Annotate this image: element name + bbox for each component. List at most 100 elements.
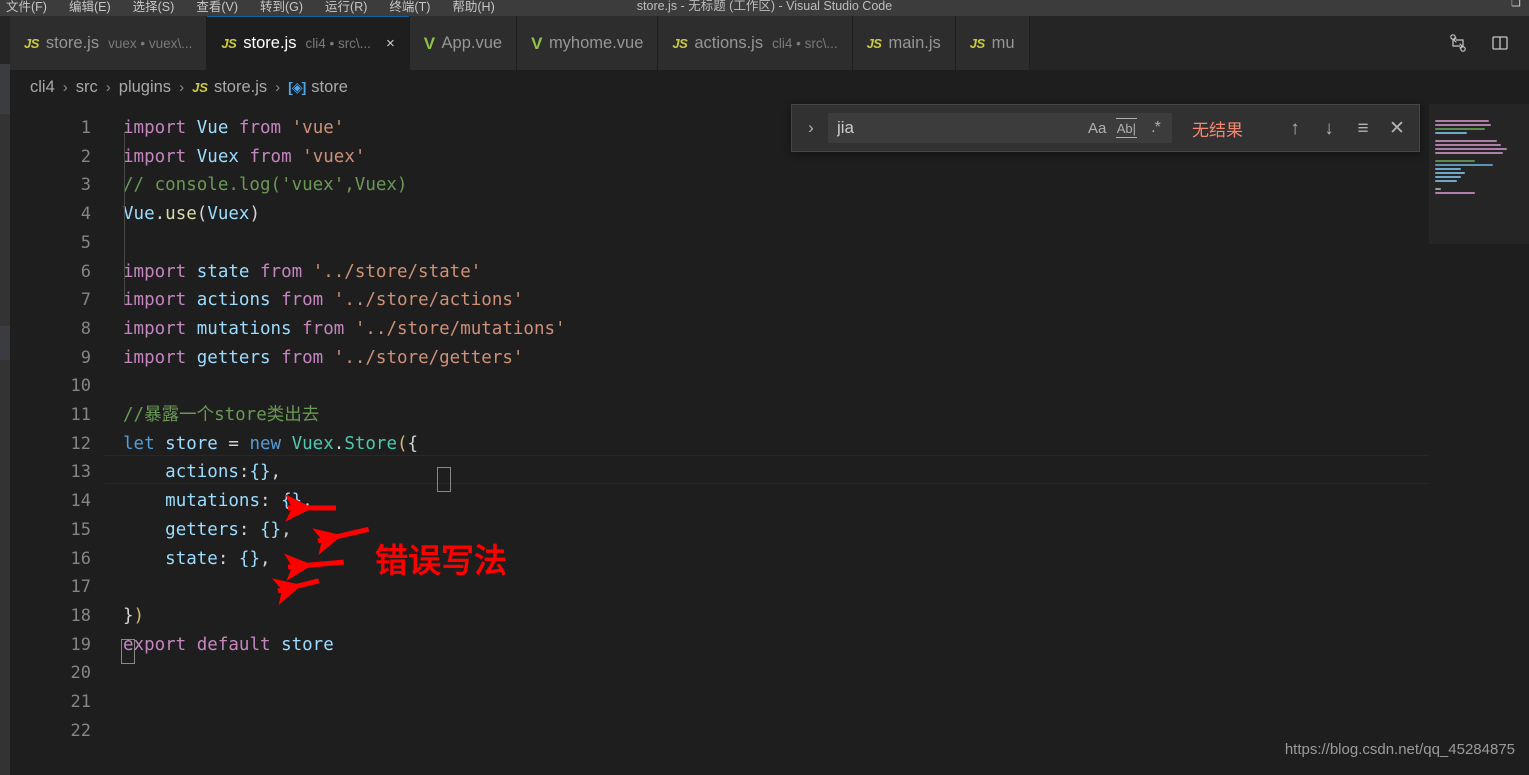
find-option-buttons[interactable]: Aa Ab| .* [1088,118,1171,138]
line-number: 4 [80,204,91,225]
minimap-line [1435,164,1493,166]
split-editor-icon[interactable] [1490,33,1510,53]
editor-actions[interactable] [1429,16,1529,70]
whole-word-icon[interactable]: Ab| [1115,118,1137,138]
code-line-16[interactable]: state: {}, [123,545,270,574]
code-line-9[interactable]: import getters from '../store/getters' [123,344,523,373]
code-line-18[interactable]: }) [123,602,144,631]
title-bar: 文件(F) 编辑(E) 选择(S) 查看(V) 转到(G) 运行(R) 终端(T… [0,0,1529,16]
editor-tab-actions-js-4[interactable]: JS actions.js cli4 • src\... [658,16,853,70]
code-token: {} [281,491,303,512]
editor-tab-description: cli4 • src\... [772,35,838,51]
line-number: 1 [80,118,91,138]
minimap-line [1435,124,1491,126]
code-line-1[interactable]: import Vue from 'vue' [123,114,344,143]
code-token: mutations [196,318,292,339]
close-tab-icon[interactable]: × [386,36,395,51]
breadcrumb-separator-icon: › [62,78,68,96]
minimap-line [1435,176,1461,178]
code-line-7[interactable]: import actions from '../store/actions' [123,286,523,315]
match-case-icon[interactable]: Aa [1088,118,1107,138]
editor-tab-description: cli4 • src\... [305,35,371,51]
editor-tab-bar[interactable]: JS store.js vuex • vuex\... JS store.js cli4 … [10,16,1529,70]
code-line-2[interactable]: import Vuex from 'vuex' [123,143,365,172]
line-number: 10 [70,376,91,397]
toggle-replace-chevron-right-icon[interactable]: › [800,114,822,142]
find-input[interactable] [829,118,1088,138]
code-token: // console.log('vuex',Vuex) [123,175,408,196]
minimap-line [1435,172,1465,174]
code-token: '../store/mutations' [354,318,566,339]
code-token: '../store/state' [312,261,482,282]
code-line-4[interactable]: Vue.use(Vuex) [123,200,260,229]
window-title: store.js - 无标题 (工作区) - Visual Studio Cod… [636,0,893,13]
editor-tab-store-js-0[interactable]: JS store.js vuex • vuex\... [10,16,208,70]
editor-tab-app-vue-2[interactable]: V App.vue [409,16,518,70]
code-minimap[interactable] [1429,104,1529,775]
code-content[interactable]: import Vue from 'vue' import Vuex from 'v… [105,104,1429,775]
editor-tab-main-js-5[interactable]: JS main.js [852,16,956,70]
code-token: new [249,433,282,454]
code-line-14[interactable]: mutations: {}, [123,487,313,516]
previous-match-arrow-up-icon[interactable]: ↑ [1285,119,1305,138]
breadcrumb-item-plugins[interactable]: plugins [119,78,171,97]
find-navigation[interactable]: ↑ ↓ ≡ ✕ [1285,119,1411,138]
minimap-line [1435,192,1475,194]
code-token: import [123,318,187,339]
indent-guide [124,132,125,304]
code-token: //暴露一个store类出去 [123,405,320,425]
code-line-6[interactable]: import state from '../store/state' [123,258,481,287]
code-editor[interactable]: 1 2 3 4 5 6 7 8 9 10 11 12 13 14 15 16 17 18 19 20 21 22 impo… [10,104,1529,775]
next-match-arrow-down-icon[interactable]: ↓ [1319,119,1339,138]
find-widget[interactable]: › Aa Ab| .* 无结果 ↑ ↓ ≡ ✕ [791,104,1420,152]
code-token: import [123,347,187,368]
line-number: 22 [70,720,91,741]
code-token: '../store/actions' [333,290,524,311]
breadcrumb-item-src[interactable]: src [76,78,98,97]
line-number: 2 [80,146,91,167]
code-line-12[interactable]: let store = new Vuex.Store({ [123,430,418,459]
open-changes-icon[interactable] [1448,33,1468,53]
use-regex-icon[interactable]: .* [1146,118,1165,138]
code-token: Store [344,433,397,454]
editor-tab-myhome-vue-3[interactable]: Vmyhome.vue [517,16,659,70]
code-line-19[interactable]: export default store [123,631,334,660]
code-token: actions [196,290,271,311]
editor-tab-mu-6[interactable]: JS mu [955,16,1030,70]
editor-tab-store-js-1[interactable]: JS store.js cli4 • src\... × [207,16,410,70]
breadcrumb-item-cli4[interactable]: cli4 [30,78,55,97]
symbol-variable-icon: [◈] [288,78,306,95]
code-line-13[interactable]: actions:{}, [123,458,281,487]
code-token: Vuex [196,146,239,167]
activity-bar[interactable] [0,16,10,775]
code-line-15[interactable]: getters: {}, [123,516,291,545]
find-input-wrapper[interactable]: Aa Ab| .* [828,113,1172,143]
code-token: = [217,433,250,454]
breadcrumb-item-store-symbol[interactable]: store [311,78,348,97]
editor-tab-description: vuex • vuex\... [108,35,193,51]
find-in-selection-icon[interactable]: ≡ [1353,119,1373,138]
code-token: state [165,548,218,569]
line-number: 18 [70,605,91,626]
breadcrumb-item-store-js[interactable]: store.js [214,78,267,97]
code-line-11[interactable]: //暴露一个store类出去 [123,401,319,430]
close-find-widget-icon[interactable]: ✕ [1387,119,1407,138]
code-token: default [196,634,271,655]
code-line-3[interactable]: // console.log('vuex',Vuex) [123,171,407,200]
window-restore-icon[interactable]: ❑ [1511,0,1521,9]
code-token: Vuex [207,204,250,225]
minimap-line [1435,188,1441,190]
breadcrumb[interactable]: cli4 › src › plugins › JS store.js › [◈]… [10,70,1529,104]
activity-bar-segment-scroll[interactable] [0,326,10,360]
code-token: getters [196,347,271,368]
minimap-line [1435,160,1475,162]
code-line-8[interactable]: import mutations from '../store/mutation… [123,315,566,344]
